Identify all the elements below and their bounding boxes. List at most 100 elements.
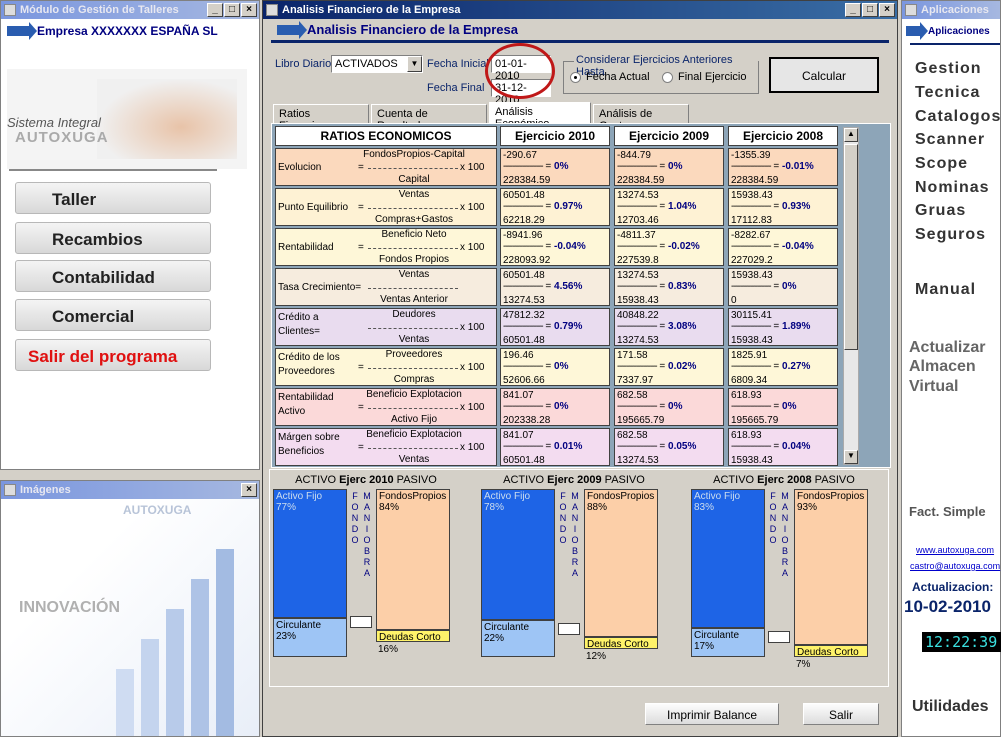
maximize-button[interactable]: □ — [862, 3, 878, 17]
actualizacion-label: Actualizacion: — [912, 580, 994, 594]
ratio-value-cell: 1825.91 ----------------- = 0.27% 6809.34 — [728, 348, 838, 386]
maniobra-label: MANIOBRA — [781, 491, 789, 578]
main-window-titlebar[interactable]: Analisis Financiero de la Empresa _ □ × — [263, 1, 897, 19]
radio-final-ejercicio[interactable] — [662, 72, 673, 83]
manual-link[interactable]: Manual — [915, 281, 976, 299]
radio-fecha-actual[interactable] — [570, 72, 581, 83]
exit-program-button[interactable]: Salir del programa — [15, 339, 211, 371]
numerator-value: 40848.22 — [617, 310, 659, 321]
virtual-link[interactable]: Virtual — [909, 378, 959, 396]
denominator-value: 15938.43 — [731, 335, 773, 346]
app-catalogos-link[interactable]: Catalogos — [915, 108, 1001, 126]
grid-header-2010: Ejercicio 2010 — [500, 126, 610, 146]
right-window-titlebar[interactable]: Aplicaciones — [902, 1, 1000, 19]
menu-taller-button[interactable]: Taller — [15, 182, 211, 214]
fondo-maniobra-box — [558, 623, 580, 635]
ratio-percentage: 0.79% — [554, 321, 583, 332]
ratio-result: ----------------- = 0.04% — [731, 441, 811, 452]
libro-label: Libro Diario — [275, 58, 332, 70]
scroll-up-arrow-icon[interactable]: ▲ — [844, 128, 858, 142]
fact-simple-link[interactable]: Fact. Simple — [909, 504, 986, 519]
scroll-thumb[interactable] — [844, 144, 858, 350]
scroll-down-arrow-icon[interactable]: ▼ — [844, 450, 858, 464]
ratio-percentage: 0% — [668, 161, 683, 172]
left-window-titlebar[interactable]: Módulo de Gestión de Talleres _ □ × — [1, 1, 259, 19]
fraction-line — [368, 408, 458, 409]
maximize-button[interactable]: □ — [224, 3, 240, 17]
web-link[interactable]: www.autoxuga.com — [916, 545, 994, 555]
promo-image: AUTOXUGA INNOVACIÓN — [1, 499, 259, 736]
chart-bar-decor — [141, 639, 159, 736]
images-window-titlebar[interactable]: Imágenes × — [1, 481, 259, 499]
menu-recambios-button[interactable]: Recambios — [15, 222, 211, 254]
app-scanner-link[interactable]: Scanner — [915, 131, 985, 149]
ratio-name: Crédito de los Proveedores — [278, 352, 340, 377]
grid-header-ratios: RATIOS ECONOMICOS — [275, 126, 497, 146]
menu-comercial-button[interactable]: Comercial — [15, 299, 211, 331]
ratio-numerator: Ventas — [398, 189, 430, 200]
actualizar-link[interactable]: Actualizar — [909, 339, 985, 357]
ratio-value-cell: -290.67 ----------------- = 0% 228384.59 — [500, 148, 610, 186]
close-button[interactable]: × — [241, 3, 257, 17]
circulante-bar: Circulante 23% — [273, 618, 347, 657]
ratio-result: ----------------- = 0.79% — [503, 321, 583, 332]
close-button[interactable]: × — [241, 483, 257, 497]
tab-cuenta-resultados[interactable]: Cuenta de Resultados — [371, 104, 487, 132]
ratio-result: ----------------- = 0% — [617, 401, 683, 412]
denominator-value: 52606.66 — [503, 375, 545, 386]
numerator-value: 682.58 — [617, 390, 648, 401]
tab-analisis-economico[interactable]: Análisis Económico — [489, 102, 591, 130]
numerator-value: 196.46 — [503, 350, 534, 361]
minimize-button[interactable]: _ — [845, 3, 861, 17]
tab-analisis-gastos[interactable]: Análisis de Gastos — [593, 104, 689, 132]
denominator-value: 228093.92 — [503, 255, 551, 266]
denominator-value: 195665.79 — [731, 415, 779, 426]
utilidades-link[interactable]: Utilidades — [912, 698, 988, 716]
close-button[interactable]: × — [879, 3, 895, 17]
ratio-value-cell: -4811.37 ----------------- = -0.02% 227539… — [614, 228, 724, 266]
chevron-down-icon[interactable]: ▼ — [407, 56, 422, 72]
email-link[interactable]: castro@autoxuga.com — [910, 561, 1000, 571]
wrench-hand-image — [97, 79, 237, 159]
grid-scrollbar[interactable]: ▲ ▼ — [843, 127, 859, 465]
app-seguros-link[interactable]: Seguros — [915, 226, 986, 244]
almacen-link[interactable]: Almacen — [909, 358, 976, 376]
calcular-button[interactable]: Calcular — [769, 57, 879, 93]
grid-header-2009: Ejercicio 2009 — [614, 126, 724, 146]
libro-select[interactable]: ACTIVADOS ▼ — [331, 55, 423, 73]
highlight-circle — [485, 43, 555, 99]
app-tecnica-link[interactable]: Tecnica — [915, 84, 980, 102]
ratio-value-cell: -844.79 ----------------- = 0% 228384.59 — [614, 148, 724, 186]
left-window-title: Módulo de Gestión de Talleres — [20, 4, 179, 16]
denominator-value: 195665.79 — [617, 415, 665, 426]
denominator-value: 227539.8 — [617, 255, 659, 266]
balance-title: ACTIVO Ejerc 2010 PASIVO — [273, 474, 459, 486]
denominator-value: 12703.46 — [617, 215, 659, 226]
deudas-corto-bar: Deudas Corto — [376, 630, 450, 643]
numerator-value: -8941.96 — [503, 230, 543, 241]
app-scope-link[interactable]: Scope — [915, 155, 968, 173]
numerator-value: 13274.53 — [617, 270, 659, 281]
minimize-button[interactable]: _ — [207, 3, 223, 17]
ratio-value-cell: 30115.41 ----------------- = 1.89% 15938.4… — [728, 308, 838, 346]
ratio-result: ----------------- = -0.02% — [617, 241, 700, 252]
ratio-result: ----------------- = 0.93% — [731, 201, 811, 212]
fraction-line — [368, 208, 458, 209]
circulante-pct: 17% — [694, 641, 715, 652]
ratio-value-cell: 682.58 ----------------- = 0.05% 13274.53 — [614, 428, 724, 466]
menu-contabilidad-button[interactable]: Contabilidad — [15, 260, 211, 292]
fondos-propios-pct: 88% — [587, 502, 608, 513]
app-gestion-link[interactable]: Gestion — [915, 60, 982, 78]
fraction-line — [368, 288, 458, 289]
ratio-denominator: Capital — [398, 174, 430, 185]
tab-ratios-financieros[interactable]: Ratios Financieros — [273, 104, 369, 132]
company-header: Empresa XXXXXXX ESPAÑA SL — [1, 19, 259, 43]
app-nominas-link[interactable]: Nominas — [915, 179, 990, 197]
company-name: Empresa XXXXXXX ESPAÑA SL — [37, 24, 218, 38]
salir-button[interactable]: Salir — [803, 703, 879, 725]
images-window-title: Imágenes — [20, 484, 71, 496]
main-window-title: Analisis Financiero de la Empresa — [282, 4, 461, 16]
ratio-result: ----------------- = -0.04% — [503, 241, 586, 252]
app-gruas-link[interactable]: Gruas — [915, 202, 966, 220]
imprimir-balance-button[interactable]: Imprimir Balance — [645, 703, 779, 725]
